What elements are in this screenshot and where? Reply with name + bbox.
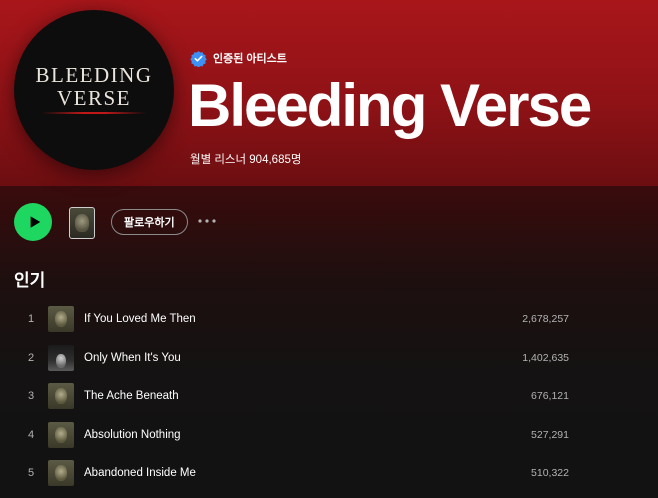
artist-logo-line1: BLEEDING — [35, 63, 153, 87]
track-row[interactable]: 4 Absolution Nothing 527,291 — [14, 416, 658, 455]
artist-logo-line2: VERSE — [56, 86, 131, 110]
track-cover — [48, 383, 74, 410]
track-title[interactable]: Only When It's You — [84, 352, 658, 364]
track-number: 1 — [27, 313, 35, 326]
popular-heading: 인기 — [14, 271, 46, 290]
verified-badge-icon — [190, 50, 207, 67]
artist-name: Bleeding Verse — [188, 72, 592, 139]
track-row[interactable]: 3 The Ache Beneath 676,121 — [14, 377, 658, 416]
track-title[interactable]: Abandoned Inside Me — [84, 467, 658, 479]
artist-pick-cover[interactable] — [69, 207, 95, 239]
track-number: 5 — [27, 467, 35, 480]
more-icon — [198, 219, 216, 223]
track-title[interactable]: The Ache Beneath — [84, 390, 658, 402]
track-plays: 510,322 — [531, 467, 569, 480]
cover-art — [75, 214, 89, 232]
track-number: 3 — [27, 390, 35, 403]
track-cover — [48, 421, 74, 448]
play-button[interactable] — [14, 203, 52, 241]
logo-slash — [42, 112, 146, 114]
artist-avatar: BLEEDING VERSE — [14, 10, 174, 170]
track-title[interactable]: If You Loved Me Then — [84, 313, 658, 325]
monthly-listeners: 월별 리스너 904,685명 — [190, 154, 302, 166]
track-cover — [48, 344, 74, 371]
track-row[interactable]: 5 Abandoned Inside Me 510,322 — [14, 454, 658, 493]
play-icon — [30, 216, 40, 228]
track-title[interactable]: Absolution Nothing — [84, 429, 658, 441]
more-options-button[interactable] — [196, 212, 218, 230]
verified-label: 인증된 아티스트 — [213, 53, 287, 65]
popular-tracks: 1 If You Loved Me Then 2,678,257 2 Only … — [14, 300, 658, 493]
track-row[interactable]: 2 Only When It's You 1,402,635 — [14, 339, 658, 378]
follow-button[interactable]: 팔로우하기 — [111, 209, 188, 235]
track-plays: 2,678,257 — [522, 313, 569, 326]
track-row[interactable]: 1 If You Loved Me Then 2,678,257 — [14, 300, 658, 339]
track-number: 2 — [27, 351, 35, 364]
artist-logo: BLEEDING VERSE — [14, 64, 174, 110]
track-cover — [48, 306, 74, 333]
track-plays: 1,402,635 — [522, 351, 569, 364]
track-number: 4 — [27, 428, 35, 441]
track-plays: 676,121 — [531, 390, 569, 403]
verified-artist: 인증된 아티스트 — [190, 49, 287, 67]
track-plays: 527,291 — [531, 428, 569, 441]
track-cover — [48, 460, 74, 487]
